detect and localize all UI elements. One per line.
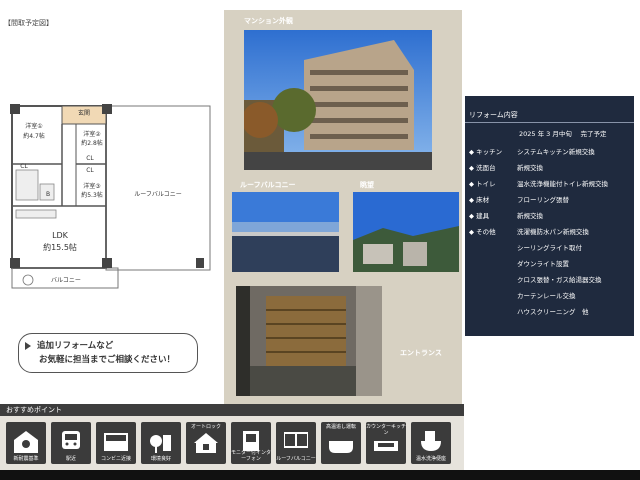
bubble-line-2: お気軽に担当までご相談ください！: [39, 355, 176, 365]
cl-label-3: CL: [86, 167, 94, 174]
reform-item: ◆ キッチン システムキッチン新規交換: [469, 148, 595, 156]
view-photo: [353, 192, 459, 272]
cl-label-1: CL: [86, 155, 94, 162]
triangle-icon: [25, 342, 31, 350]
western2-size: 約2.8帖: [81, 139, 103, 147]
reform-item: ハウスクリーニング 他: [517, 308, 589, 316]
reform-item: カーテンレール交換: [517, 292, 576, 300]
western1-label: 洋室①: [25, 122, 42, 130]
roof-balcony-photo: [232, 192, 339, 272]
floorplan-title: 【間取予定図】: [4, 19, 53, 27]
environment-icon: 環境良好: [141, 422, 181, 464]
roof-balcony-label: ルーフバルコニー: [134, 191, 182, 198]
entrance-label: 玄関: [78, 109, 90, 117]
reform-date: 2025 年 3 月中旬 完了予定: [519, 130, 607, 138]
reform-item: ◆ 床材 フローリング張替: [469, 196, 569, 204]
reform-item: ◆ その他 洗濯機防水パン新規交換: [469, 228, 589, 236]
mansion-photo-title: マンション外観: [244, 17, 293, 25]
reform-item: ◆ 建具 新規交換: [469, 212, 543, 220]
western3-label: 洋室③: [83, 182, 100, 190]
reform-panel: リフォーム内容 2025 年 3 月中旬 完了予定 ◆ キッチン システムキッチン…: [465, 96, 634, 336]
reform-item: ◆ 洗面台 新規交換: [469, 164, 543, 172]
reform-item: クロス張替・ガス給湯器交換: [517, 276, 602, 284]
ldk-size: 約15.5帖: [43, 242, 77, 252]
convenience-store-icon: コンビニ近接: [96, 422, 136, 464]
western1-size: 約4.7帖: [23, 132, 45, 140]
bubble-line-1: 追加リフォームなど: [37, 341, 114, 351]
view-photo-title: 眺望: [360, 181, 374, 189]
photo-panel: マンション外観 ルーフバルコニー 眺望 エントランス: [224, 10, 462, 404]
balcony-label: バルコニー: [51, 277, 81, 284]
reform-item: ダウンライト設置: [517, 260, 569, 268]
floor-plan: 洋室① 約4.7帖 玄関 洋室② 約2.8帖 CL CL CL 洋室③ 約5.3…: [10, 104, 211, 289]
monitor-intercom-icon: モニター付インターフォン: [231, 422, 271, 464]
washlet-icon: 温水洗浄便座: [411, 422, 451, 464]
ldk-label: LDK: [52, 231, 69, 240]
counter-kitchen-icon: カウンターキッチン: [366, 422, 406, 464]
reform-item: ◆ トイレ 温水洗浄機能付トイレ新規交換: [469, 180, 608, 188]
reform-divider: [465, 122, 634, 123]
recommend-title: おすすめポイント: [0, 404, 464, 416]
entrance-photo: [236, 286, 382, 396]
reheat-bath-icon: 高温追し運転: [321, 422, 361, 464]
roof-photo-title: ルーフバルコニー: [240, 181, 296, 189]
reform-item: シーリングライト取付: [517, 244, 582, 252]
station-icon: 駅近: [51, 422, 91, 464]
mansion-exterior-photo: [244, 30, 432, 170]
western2-label: 洋室②: [83, 130, 101, 138]
autolock-icon: オートロック: [186, 422, 226, 464]
entrance-photo-title: エントランス: [400, 349, 442, 357]
reform-header: リフォーム内容: [469, 111, 518, 119]
bath-label: B: [46, 191, 50, 198]
footer-bar: [0, 470, 640, 480]
roof-balcony-icon: ルーフバルコニー: [276, 422, 316, 464]
cl-label-2: CL: [20, 163, 28, 170]
new-seismic-icon: 新耐震基準: [6, 422, 46, 464]
western3-size: 約5.3帖: [81, 191, 103, 199]
consultation-bubble: 追加リフォームなど お気軽に担当までご相談ください！: [18, 333, 198, 373]
